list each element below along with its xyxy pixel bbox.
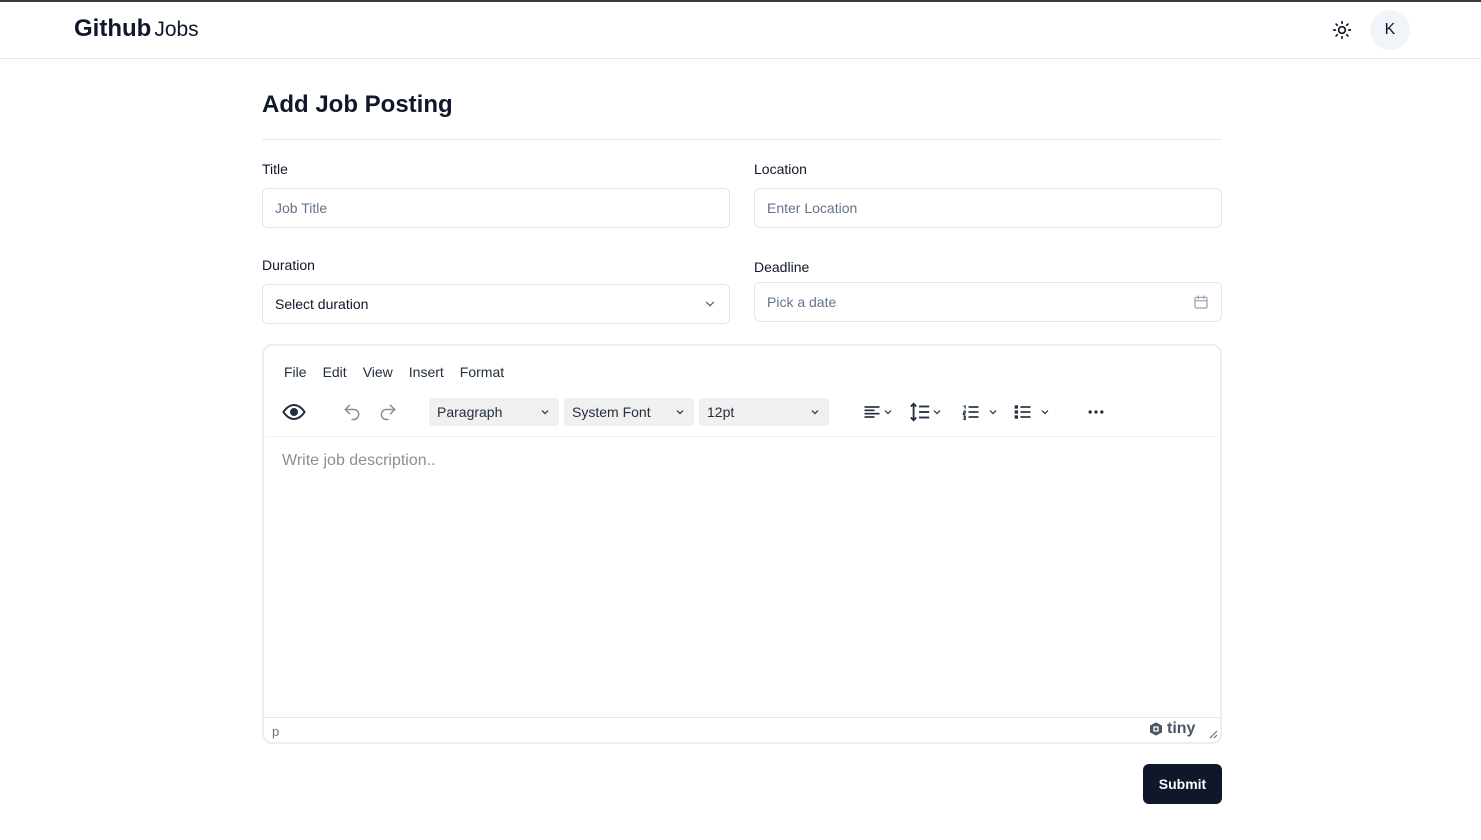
editor-menubar: File Edit View Insert Format (284, 362, 512, 382)
deadline-date-picker[interactable]: Pick a date (754, 282, 1222, 322)
user-avatar[interactable]: K (1370, 10, 1410, 50)
font-family-value: System Font (572, 404, 651, 420)
numbered-list-icon (962, 405, 979, 421)
resize-handle-icon[interactable] (1208, 729, 1218, 739)
calendar-icon (1194, 295, 1208, 309)
tiny-brand-text: tiny (1167, 720, 1196, 737)
brand-suffix: Jobs (154, 18, 199, 41)
preview-button[interactable] (280, 396, 308, 428)
brand-name: Github (74, 15, 152, 42)
title-label: Title (262, 161, 288, 177)
page-title: Add Job Posting (262, 91, 453, 118)
line-height-icon (910, 402, 930, 422)
numbered-list-button[interactable] (958, 396, 1002, 428)
duration-label: Duration (262, 257, 315, 273)
menu-file[interactable]: File (284, 362, 315, 382)
title-divider (262, 139, 1222, 140)
chevron-down-icon (676, 410, 684, 415)
redo-icon (380, 404, 396, 421)
app-header: Github Jobs K (0, 2, 1481, 59)
eye-icon (282, 403, 306, 421)
job-title-input[interactable] (262, 188, 730, 228)
rich-text-editor: File Edit View Insert Format Paragraph S… (262, 344, 1222, 744)
menu-edit[interactable]: Edit (315, 362, 355, 382)
theme-toggle-button[interactable] (1328, 16, 1356, 44)
editor-toolbar: Paragraph System Font 12pt (264, 388, 1220, 436)
font-family-select[interactable]: System Font (564, 398, 694, 426)
chevron-down-icon (933, 410, 941, 415)
chevron-down-icon (811, 410, 819, 415)
chevron-down-icon (884, 410, 892, 415)
submit-button[interactable]: Submit (1143, 764, 1222, 804)
align-left-icon (864, 406, 880, 418)
editor-content-placeholder[interactable]: Write job description.. (282, 452, 436, 470)
font-size-select[interactable]: 12pt (699, 398, 829, 426)
bullet-list-button[interactable] (1010, 396, 1054, 428)
element-path[interactable]: p (272, 724, 279, 739)
line-height-button[interactable] (906, 396, 946, 428)
menu-view[interactable]: View (355, 362, 401, 382)
undo-icon (344, 404, 360, 421)
align-button[interactable] (858, 396, 898, 428)
tiny-branding[interactable]: tiny (1148, 720, 1195, 738)
location-input[interactable] (754, 188, 1222, 228)
block-format-value: Paragraph (437, 404, 503, 420)
duration-select-value: Select duration (275, 296, 369, 312)
deadline-placeholder: Pick a date (767, 294, 837, 310)
more-toolbar-button[interactable] (1082, 396, 1110, 428)
deadline-label: Deadline (754, 259, 810, 275)
undo-button[interactable] (338, 396, 366, 428)
tiny-logo-icon (1150, 722, 1162, 736)
brand-logo[interactable]: Github Jobs (74, 15, 199, 43)
chevron-down-icon (989, 410, 997, 415)
location-label: Location (754, 161, 807, 177)
chevron-down-icon (1041, 410, 1049, 415)
duration-select[interactable]: Select duration (262, 284, 730, 324)
sun-icon (1332, 20, 1352, 40)
editor-statusbar: p tiny (264, 717, 1220, 742)
chevron-down-icon (705, 301, 715, 307)
menu-insert[interactable]: Insert (401, 362, 452, 382)
menu-format[interactable]: Format (452, 362, 512, 382)
chevron-down-icon (541, 410, 549, 415)
font-size-value: 12pt (707, 404, 735, 420)
bullet-list-icon (1014, 405, 1031, 419)
redo-button[interactable] (374, 396, 402, 428)
more-horizontal-icon (1088, 410, 1104, 414)
block-format-select[interactable]: Paragraph (429, 398, 559, 426)
